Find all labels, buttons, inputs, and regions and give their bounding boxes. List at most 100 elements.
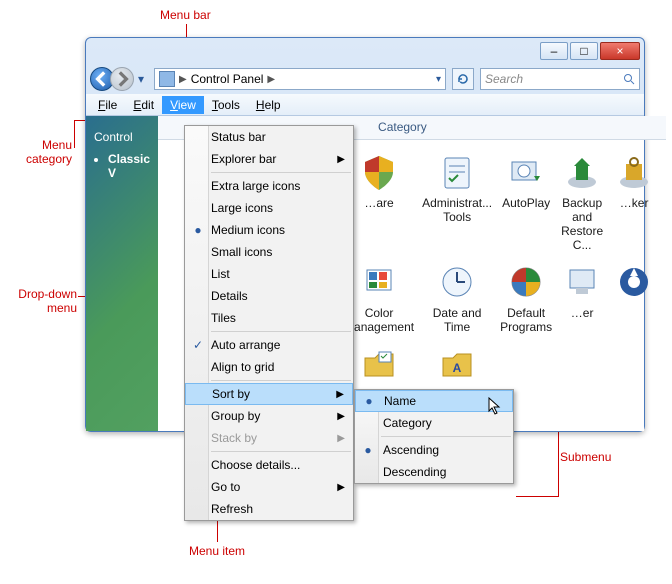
maximize-glyph: □ (580, 44, 587, 58)
icon-item[interactable]: Administrat... Tools (422, 150, 492, 252)
icon-label: …ker (620, 196, 649, 210)
minimize-button[interactable]: – (540, 42, 568, 60)
icon-label: …are (364, 196, 393, 210)
icon-item[interactable]: …er (560, 260, 604, 334)
menuitem-explorerbar[interactable]: Explorer bar ▶ (185, 148, 353, 170)
breadcrumb-sep-icon: ▶ (267, 74, 275, 85)
menuitem-groupby[interactable]: Group by▶ (185, 405, 353, 427)
breadcrumb[interactable]: ▶ Control Panel ▶ ▾ (154, 68, 446, 90)
window: – □ × ▾ ▶ Control Panel ▶ ▾ Search File … (85, 37, 645, 432)
menu-view[interactable]: View (162, 96, 204, 114)
menuitem-refresh[interactable]: Refresh (185, 498, 353, 520)
shield-icon (357, 150, 401, 194)
icon-item[interactable]: AutoPlay (500, 150, 552, 252)
icon-item[interactable]: …ker (612, 150, 656, 252)
icon-item[interactable]: Backup and Restore C... (560, 150, 604, 252)
nav-arrows: ▾ (90, 67, 148, 91)
menuitem-largeicons[interactable]: Large icons (185, 197, 353, 219)
breadcrumb-sep-icon: ▶ (179, 74, 187, 85)
menuitem-mediumicons[interactable]: ● Medium icons (185, 219, 353, 241)
submenu-arrow-icon: ▶ (337, 154, 345, 165)
menuitem-label: List (211, 267, 230, 281)
menu-separator (211, 331, 351, 332)
callout-line (516, 496, 558, 497)
menuitem-label: Explorer bar (211, 152, 276, 166)
menubar: File Edit View Tools Help (86, 94, 644, 116)
icon-item[interactable] (612, 260, 656, 334)
menuitem-label: Tiles (211, 311, 236, 325)
fonts-icon: A (435, 342, 479, 386)
bullet-icon: ● (361, 443, 375, 457)
menu-file[interactable]: File (90, 96, 125, 114)
submenu-ascending[interactable]: ●Ascending (355, 439, 513, 461)
menuitem-label: Choose details... (211, 458, 300, 472)
menuitem-label: Category (383, 416, 432, 430)
menuitem-label: Align to grid (211, 360, 274, 374)
search-input[interactable]: Search (480, 68, 640, 90)
icon-label: Backup and Restore C... (560, 196, 604, 252)
bullet-icon: ● (362, 394, 376, 408)
breadcrumb-dropdown-icon[interactable]: ▾ (436, 74, 441, 85)
icon-item[interactable]: Date and Time (422, 260, 492, 334)
search-placeholder: Search (485, 72, 523, 86)
icon-item[interactable]: Default Programs (500, 260, 552, 334)
menu-separator (211, 451, 351, 452)
minimize-glyph: – (551, 44, 558, 58)
menuitem-label: Extra large icons (211, 179, 300, 193)
icon-label: Default Programs (500, 306, 552, 334)
menu-tools[interactable]: Tools (204, 96, 248, 114)
menuitem-label: Name (384, 394, 416, 408)
breadcrumb-label: Control Panel (191, 72, 264, 86)
tools-icon (435, 150, 479, 194)
submenu-category[interactable]: Category (355, 412, 513, 434)
sidebar-item[interactable]: Control (94, 126, 150, 148)
navbar: ▾ ▶ Control Panel ▶ ▾ Search (86, 64, 644, 94)
menuitem-statusbar[interactable]: Status bar (185, 126, 353, 148)
svg-text:A: A (453, 361, 462, 375)
menuitem-aligngrid[interactable]: Align to grid (185, 356, 353, 378)
callout-menuitem: Menu item (189, 544, 245, 558)
menuitem-details[interactable]: Details (185, 285, 353, 307)
menuitem-label: Descending (383, 465, 446, 479)
menuitem-sortby[interactable]: Sort by ▶ (185, 383, 353, 405)
callout-submenu: Submenu (560, 450, 611, 464)
menu-separator (211, 172, 351, 173)
forward-button[interactable] (110, 67, 134, 91)
defaults-icon (504, 260, 548, 304)
menuitem-goto[interactable]: Go to▶ (185, 476, 353, 498)
icon-item[interactable]: Color Management (344, 260, 414, 334)
submenu-arrow-icon: ▶ (336, 389, 344, 400)
refresh-icon (456, 72, 470, 86)
menuitem-list[interactable]: List (185, 263, 353, 285)
maximize-button[interactable]: □ (570, 42, 598, 60)
menuitem-label: Sort by (212, 387, 250, 401)
view-dropdown-menu: Status bar Explorer bar ▶ Extra large ico… (184, 125, 354, 521)
menuitem-choosedetails[interactable]: Choose details... (185, 454, 353, 476)
submenu-descending[interactable]: Descending (355, 461, 513, 483)
menuitem-label: Stack by (211, 431, 257, 445)
autoplay-icon (504, 150, 548, 194)
menuitem-label: Large icons (211, 201, 273, 215)
close-button[interactable]: × (600, 42, 640, 60)
history-dropdown-icon[interactable]: ▾ (134, 68, 148, 90)
menuitem-smallicons[interactable]: Small icons (185, 241, 353, 263)
menuitem-label: Medium icons (211, 223, 285, 237)
menuitem-label: Auto arrange (211, 338, 280, 352)
menu-edit[interactable]: Edit (125, 96, 162, 114)
menuitem-label: Refresh (211, 502, 253, 516)
menuitem-stackby: Stack by▶ (185, 427, 353, 449)
menu-separator (211, 380, 351, 381)
icon-item[interactable]: …are (344, 150, 414, 252)
clock-icon (435, 260, 479, 304)
client-area: Control Classic V Category …are Administ… (86, 116, 644, 431)
menuitem-autoarrange[interactable]: ✓Auto arrange (185, 334, 353, 356)
menuitem-xlicons[interactable]: Extra large icons (185, 175, 353, 197)
refresh-button[interactable] (452, 68, 474, 90)
bullet-icon: ● (191, 223, 205, 237)
callout-dropdown: Drop-down menu (3, 287, 77, 315)
sidebar-item-classic[interactable]: Classic V (108, 148, 150, 184)
ease-icon (612, 260, 656, 304)
sidebar: Control Classic V (86, 116, 158, 431)
menuitem-tiles[interactable]: Tiles (185, 307, 353, 329)
menu-help[interactable]: Help (248, 96, 289, 114)
